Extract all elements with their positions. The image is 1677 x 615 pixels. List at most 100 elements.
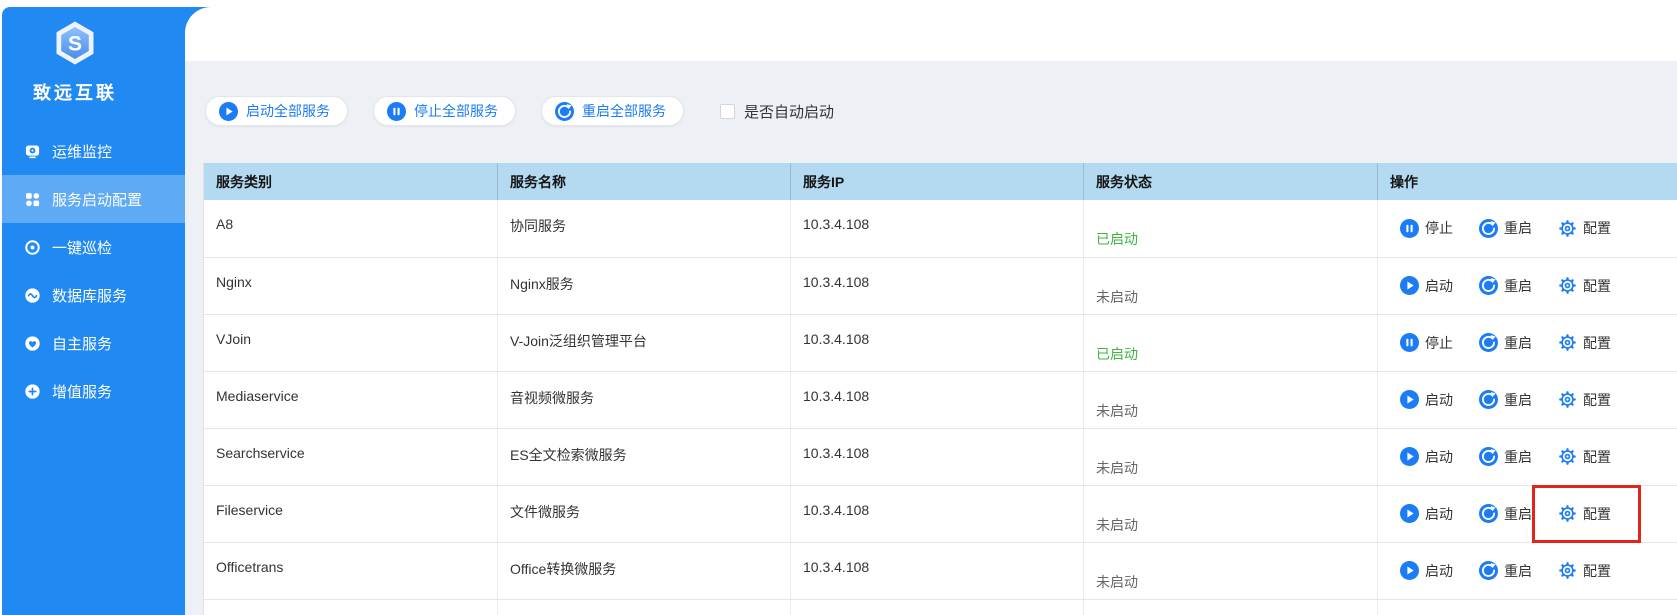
action-button[interactable]: 配置 (1558, 218, 1611, 238)
sidebar-item-0[interactable]: 运维监控 (2, 127, 185, 175)
sidebar-item-5[interactable]: 增值服务 (2, 367, 185, 415)
play-icon (1400, 390, 1419, 409)
action-button[interactable]: 启动 (1400, 561, 1453, 581)
pause-icon (1400, 333, 1419, 352)
action-button[interactable]: 启动 (1400, 447, 1453, 467)
toolbar-buttons: 启动全部服务 停止全部服务 重启全部服务 (205, 96, 684, 126)
cell-service-category: VJoin (203, 314, 498, 372)
action-label: 配置 (1583, 448, 1611, 465)
cell-service-ip: 10.3.4.108 (790, 428, 1084, 486)
cell-service-status: 未启动 (1083, 485, 1378, 543)
action-button[interactable]: 重启 (1479, 561, 1532, 581)
restart-icon (1479, 218, 1498, 238)
grid-icon (24, 191, 41, 208)
cell-actions: 启动 重启 配置 (1377, 484, 1677, 543)
cell-service-category: Nginx (203, 257, 498, 315)
cell-service-name: 音视频微服务 (497, 371, 791, 429)
brand-logo-icon: S (52, 21, 98, 70)
cell-service-status: 已启动 (1083, 314, 1378, 372)
sidebar-item-label: 增值服务 (52, 383, 113, 401)
action-button[interactable]: 重启 (1479, 218, 1532, 238)
action-button[interactable]: 停止 (1400, 218, 1453, 238)
sidebar-item-label: 数据库服务 (52, 287, 128, 305)
play-icon (219, 101, 238, 121)
gear-icon (1558, 561, 1577, 580)
action-group: 停止 重启 配置 (1390, 333, 1677, 353)
cell-service-category: A8 (203, 200, 498, 258)
toolbar-button-label: 启动全部服务 (246, 103, 330, 119)
sidebar-item-2[interactable]: 一键巡检 (2, 223, 185, 271)
action-button[interactable]: 启动 (1400, 390, 1453, 410)
status-text: 已启动 (1096, 231, 1138, 247)
action-button[interactable]: 配置 (1558, 276, 1611, 296)
cell-service-status: 未启动 (1083, 542, 1378, 600)
action-button[interactable]: 重启 (1479, 504, 1532, 524)
action-label: 停止 (1425, 334, 1453, 351)
restart-icon (1479, 276, 1498, 295)
action-button[interactable]: 停止 (1400, 333, 1453, 353)
action-label: 停止 (1425, 220, 1453, 237)
cell-service-name: Office转换微服务 (497, 542, 791, 600)
sidebar-item-label: 运维监控 (52, 143, 113, 161)
toolbar-button[interactable]: 重启全部服务 (541, 96, 684, 126)
action-group: 启动 重启 配置 (1390, 276, 1677, 296)
cell-service-name: ES全文检索微服务 (497, 428, 791, 486)
action-button[interactable]: 启动 (1400, 276, 1453, 296)
restart-icon (1479, 504, 1498, 523)
column-header: 服务类别 (203, 163, 498, 200)
action-label: 启动 (1425, 505, 1453, 522)
toolbar-button[interactable]: 启动全部服务 (205, 96, 348, 126)
cell-service-name: Nginx服务 (497, 257, 791, 315)
action-button[interactable]: 重启 (1479, 390, 1532, 410)
cell-empty (203, 599, 498, 615)
play-icon (1400, 276, 1419, 295)
restart-icon (555, 101, 574, 121)
status-text: 未启动 (1096, 573, 1138, 590)
brand: S 致远互联 (2, 7, 148, 105)
sidebar-item-label: 自主服务 (52, 335, 113, 353)
auto-start-checkbox[interactable] (720, 103, 735, 119)
action-button[interactable]: 启动 (1400, 504, 1453, 524)
action-button[interactable]: 重启 (1479, 276, 1532, 296)
heart-icon (24, 335, 41, 352)
action-button[interactable]: 配置 (1558, 390, 1611, 410)
cell-service-name: 文件微服务 (497, 485, 791, 543)
action-label: 重启 (1504, 391, 1532, 408)
action-label: 重启 (1504, 220, 1532, 237)
action-button[interactable]: 配置 (1532, 484, 1641, 543)
table-row: Nginx Nginx服务 10.3.4.108 未启动 启动 重启 配置 (203, 257, 1677, 315)
target-icon (24, 239, 41, 256)
action-button[interactable]: 配置 (1558, 333, 1611, 353)
action-label: 重启 (1504, 505, 1532, 522)
cell-service-category: Officetrans (203, 542, 498, 600)
action-button[interactable]: 重启 (1479, 447, 1532, 467)
brand-name: 致远互联 (33, 83, 117, 103)
auto-start-checkbox-group[interactable]: 是否自动启动 (720, 101, 834, 122)
content-panel: 启动全部服务 停止全部服务 重启全部服务 是否自动启动 服务类别 服务名称 服务IP… (185, 7, 1677, 615)
action-label: 重启 (1504, 562, 1532, 579)
cell-service-ip: 10.3.4.108 (790, 257, 1084, 315)
action-group: 启动 重启 配置 (1390, 447, 1677, 467)
toolbar-button[interactable]: 停止全部服务 (373, 96, 516, 126)
play-icon (1400, 561, 1419, 580)
cell-actions: 启动 重启 配置 (1377, 542, 1677, 600)
action-button[interactable]: 重启 (1479, 333, 1532, 353)
sidebar-item-4[interactable]: 自主服务 (2, 319, 185, 367)
sidebar-item-3[interactable]: 数据库服务 (2, 271, 185, 319)
action-group: 启动 重启 配置 (1390, 484, 1677, 543)
play-icon (1400, 447, 1419, 466)
toolbar: 启动全部服务 停止全部服务 重启全部服务 是否自动启动 (205, 96, 834, 126)
gear-icon (1558, 219, 1577, 238)
gear-icon (1558, 447, 1577, 466)
restart-icon (1479, 390, 1498, 409)
action-button[interactable]: 配置 (1558, 561, 1611, 581)
action-label: 重启 (1504, 277, 1532, 294)
sidebar-item-1[interactable]: 服务启动配置 (2, 175, 185, 223)
table-row: Searchservice ES全文检索微服务 10.3.4.108 未启动 启… (203, 428, 1677, 486)
action-group: 启动 重启 配置 (1390, 561, 1677, 581)
pause-icon (387, 101, 406, 121)
cell-service-status: 未启动 (1083, 257, 1378, 315)
plus-icon (24, 383, 41, 400)
action-button[interactable]: 配置 (1558, 447, 1611, 467)
gear-icon (1558, 276, 1577, 295)
